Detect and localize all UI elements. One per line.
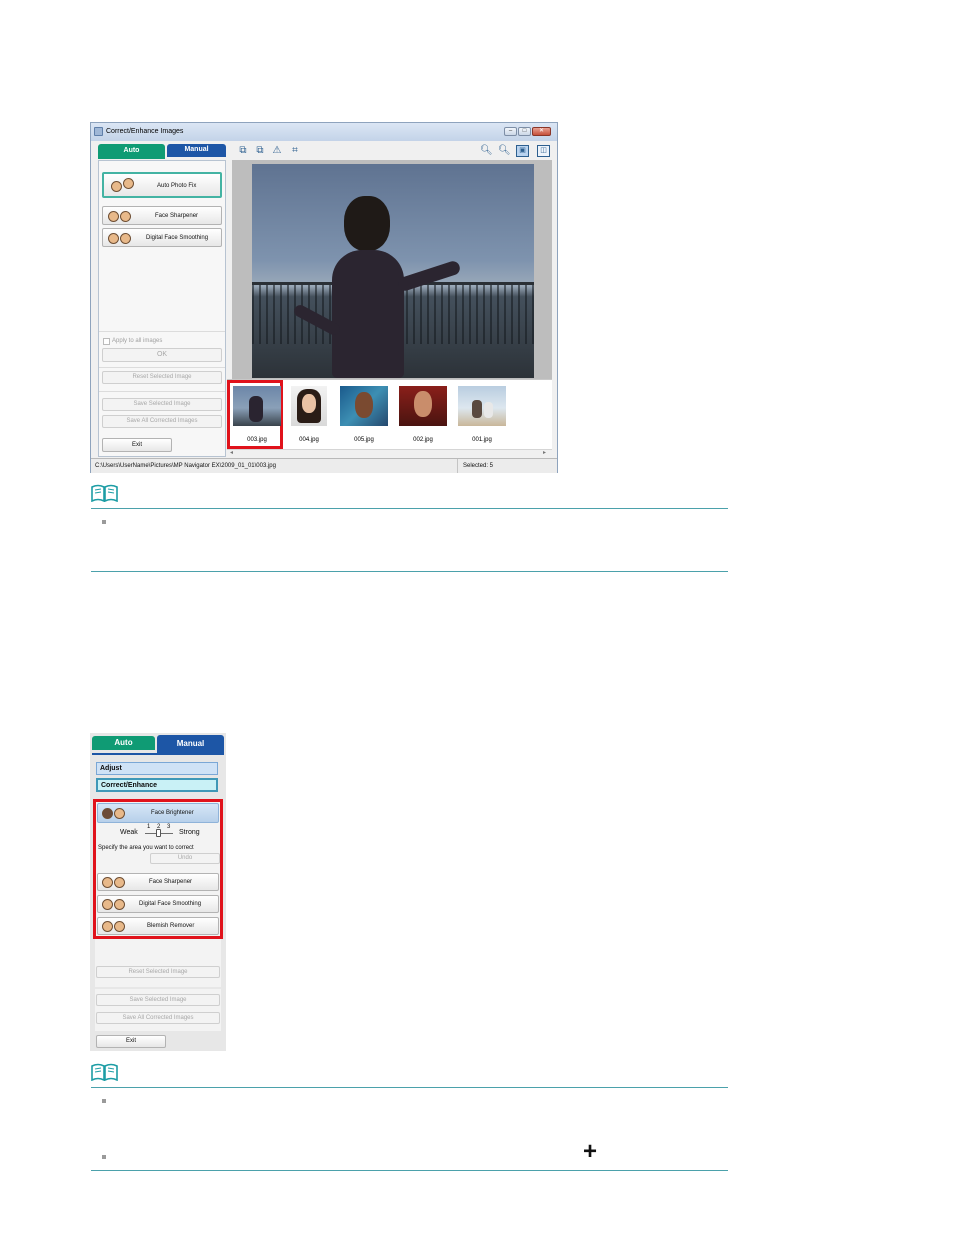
close-icon[interactable]: ✕ [532,127,551,136]
auto-photo-fix-label: Auto Photo Fix [157,183,197,189]
note-book-icon [91,1063,118,1081]
category-correct-enhance[interactable]: Correct/Enhance [96,778,218,792]
thumb-face [414,391,432,417]
digital-face-smoothing-button[interactable]: Digital Face Smoothing [102,228,222,247]
ok-button[interactable]: OK [102,348,222,362]
category-adjust[interactable]: Adjust [96,762,218,775]
digital-face-smoothing-icon [108,232,134,245]
note-bullet [102,1099,106,1103]
reset-selected-image-button[interactable]: Reset Selected Image [102,371,222,384]
invert-icon[interactable]: ⚠ [271,145,283,156]
thumb-figure [484,402,493,418]
thumb-figure [472,400,482,418]
apply-to-all-checkbox[interactable] [103,338,110,345]
thumbnail-004[interactable] [291,386,327,426]
trim-icon[interactable]: ⌗ [289,145,301,156]
note-bullet [102,1155,106,1159]
auto-panel: Auto Photo Fix Face Sharpener Digital Fa… [98,160,226,457]
status-selected-count: Selected: 5 [463,463,494,469]
compare-view-icon[interactable]: ◫ [537,145,550,157]
thumbnail-005[interactable] [340,386,388,426]
note-top-rule [91,508,728,509]
status-divider [457,459,458,473]
face-sharpener-icon [108,210,134,223]
minimize-icon[interactable]: – [504,127,517,136]
divider [99,367,225,368]
tab-auto[interactable]: Auto [92,736,155,750]
tab-underline [92,753,224,755]
apply-to-all-label: Apply to all images [112,338,163,344]
app-icon [94,127,103,136]
exit-button[interactable]: Exit [102,438,172,452]
thumbnail-label: 005.jpg [354,437,374,443]
status-bar: C:\Users\UserName\Pictures\MP Navigator … [91,458,557,473]
child-body [332,250,404,378]
thumbnail-strip: 003.jpg 004.jpg 005.jpg 002.jpg 001.jpg … [227,379,552,458]
thumb-face [355,392,373,418]
face-sharpener-label: Face Sharpener [155,213,199,219]
face-sharpener-button[interactable]: Face Sharpener [102,206,222,225]
zoom-in-icon[interactable]: 🔍︎ [480,145,493,156]
status-path: C:\Users\UserName\Pictures\MP Navigator … [95,463,276,469]
auto-photo-fix-button[interactable]: Auto Photo Fix [102,172,222,198]
title-bar: Correct/Enhance Images – □ ✕ [91,123,557,141]
digital-face-smoothing-label: Digital Face Smoothing [146,235,209,241]
rotate-right-icon[interactable]: ⧉ [254,145,266,156]
save-selected-image-button[interactable]: Save Selected Image [102,398,222,411]
zoom-out-icon[interactable]: 🔍︎ [498,145,511,156]
manual-panel: Auto Manual Adjust Correct/Enhance Face … [90,733,226,1051]
tab-manual[interactable]: Manual [167,144,226,157]
child-head [344,196,390,251]
note-bullet [102,520,106,524]
exit-button[interactable]: Exit [96,1035,166,1048]
scroll-right-icon[interactable]: ▸ [543,449,546,456]
save-all-corrected-images-button[interactable]: Save All Corrected Images [102,415,222,428]
empty-area [95,939,221,987]
tab-manual[interactable]: Manual [157,735,224,753]
thumbnail-003[interactable] [233,386,281,426]
thumbnail-002[interactable] [399,386,447,426]
preview-area[interactable] [232,160,552,379]
reset-selected-image-button[interactable]: Reset Selected Image [96,966,220,978]
preview-photo [252,164,534,378]
window-title: Correct/Enhance Images [106,128,184,135]
tab-auto[interactable]: Auto [98,144,165,159]
whole-image-view-icon[interactable]: ▣ [516,145,529,157]
save-all-corrected-images-button[interactable]: Save All Corrected Images [96,1012,220,1024]
auto-photo-fix-icon [111,178,137,194]
divider [99,331,225,332]
note-bottom-rule [91,1170,728,1171]
note-book-icon [91,484,118,502]
scroll-left-icon[interactable]: ◂ [230,449,233,456]
horizontal-scrollbar[interactable]: ◂ ▸ [227,449,552,458]
correct-enhance-window: Correct/Enhance Images – □ ✕ Auto Manual… [90,122,558,473]
plus-cursor-icon: + [583,1138,598,1165]
thumbnail-001[interactable] [458,386,506,426]
rotate-left-icon[interactable]: ⧉ [237,145,249,156]
thumbnail-label: 003.jpg [247,437,267,443]
thumbnail-label: 002.jpg [413,437,433,443]
divider [99,391,225,392]
thumbnail-label: 004.jpg [299,437,319,443]
thumb-figure [249,396,263,422]
save-selected-image-button[interactable]: Save Selected Image [96,994,220,1006]
maximize-icon[interactable]: □ [518,127,531,136]
note-top-rule [91,1087,728,1088]
highlight-box [93,799,223,939]
thumb-face [302,394,316,413]
thumbnail-label: 001.jpg [472,437,492,443]
note-bottom-rule [91,571,728,572]
